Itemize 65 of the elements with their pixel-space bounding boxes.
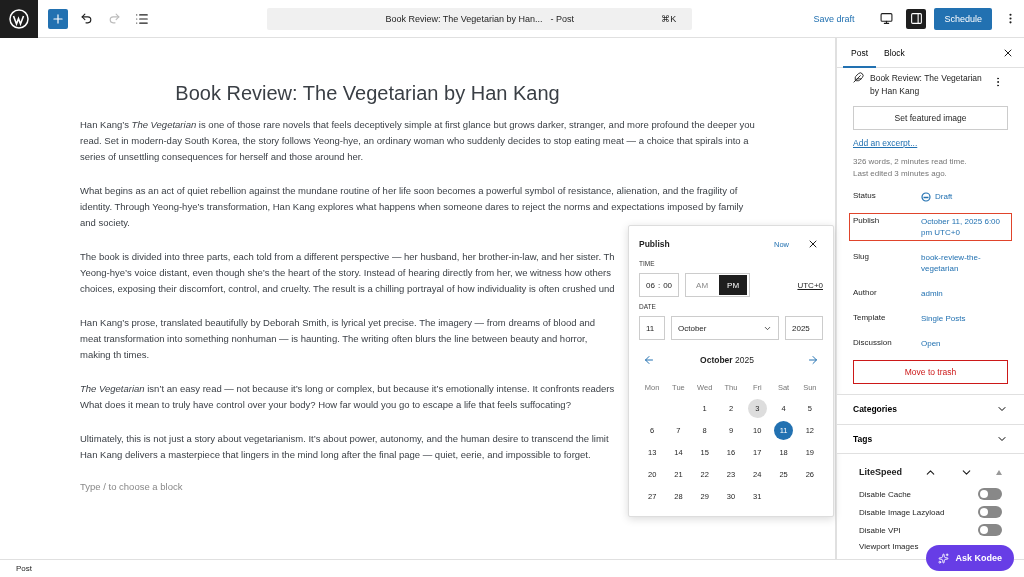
option-label: Disable Image Lazyload [859,507,945,517]
option-label: Disable Cache [859,489,912,499]
ampm-option[interactable]: AM [688,275,717,295]
paragraph: Ultimately, this is not just a story about vegetarianism. It’s about power, autonomy, and the human desire to transcend the limit Han Kang delivers a masterpiece that lingers in the mind long after the final page — quiet, eerie, and impossible to forget. [80,432,610,462]
toggle-switch[interactable] [978,506,1002,518]
close-icon [807,238,819,250]
paragraph: The Vegetarian isn’t an easy read — not because it’s long or complex, but because it’s emotionally intense. It confronts readers What does it mean to truly have control over your body? How far would you go to escape a life that feels suffocating? [80,382,615,412]
paragraph: Han Kang’s The Vegetarian is one of those rare novels that feels deceptively simple at first glance but grows darker, stranger, and more profound the deeper you read. Set in modern-day South Korea, the story follows Yeong-hye, an ordinary woman who suddenly decides to stop eating meat — a choice that spirals into a series of unsettling consequences for herself and those around her. [80,118,755,164]
paragraph: The book is divided into three parts, each told from a different perspective — her husband, her brother-in-law, and her sister. Th Yeong-hye’s voice distant, even though she’s the heart of the story. Instead of hearing directly from her, we witness how others choices, exposing their discomfort, control, and cruelty. The result is a chilling portrayal of how individuality is often crushed und [80,250,615,296]
timezone-link[interactable]: UTC+0 [797,280,823,290]
calendar-month: October 2025 [700,355,754,365]
excerpt-link[interactable]: Add an excerpt... [853,138,918,148]
status-bar-label: Post [16,564,32,573]
last-edited: Last edited 3 minutes ago. [853,168,948,180]
undo-icon [79,12,93,25]
ampm-option[interactable]: PM [719,275,748,295]
plus-icon [51,11,65,26]
redo-icon [107,12,121,25]
post-title-summary: Book Review: The Vegetarian by Han Kang [870,72,982,98]
toggle-switch[interactable] [978,488,1002,500]
featured-image-button[interactable]: Set featured image [853,106,1008,130]
field-label: Template [853,313,887,322]
feather-icon [853,72,864,83]
command-palette-button[interactable]: Book Review: The Vegetarian by Han... - Post ⌘K [267,7,693,30]
popover-title: Publish [639,239,670,249]
trash-button[interactable]: Move to trash [853,360,1008,384]
toggle-switch[interactable] [978,524,1002,536]
field-label: Author [853,288,878,297]
month-select[interactable]: October [671,316,779,340]
paragraph: Han Kang’s prose, translated beautifully by Deborah Smith, is lyrical yet precise. The imagery — from dreams of blood and meat transformation into something nonhuman — is haunting. The writing often blurs the line between beauty and horror, making th times. [80,316,596,362]
field-value-link[interactable]: Open [921,338,1008,349]
field-label: Status [853,191,877,200]
settings-button[interactable] [906,8,927,29]
arrow-right-icon [807,354,819,366]
panel-title: LiteSpeed [859,467,902,477]
year-field[interactable]: 2025 [785,316,823,340]
sidebar-tab[interactable]: Block [876,37,913,68]
sparkle-icon [938,552,950,564]
post-title[interactable]: Book Review: The Vegetarian by Han Kang [80,82,755,105]
field-label: Slug [853,252,870,261]
field-value-link[interactable]: Single Posts [921,313,1008,324]
option-label: Disable VPI [859,525,901,535]
list-icon [135,11,149,26]
field-value-link[interactable]: October 11, 2025 6:00 pm UTC+0 [921,216,1008,238]
word-count: 326 words, 2 minutes read time. [853,156,968,168]
sidebar-icon [909,12,923,25]
add-block-button[interactable] [48,8,68,29]
arrow-left-icon [643,354,655,366]
field-label: Discussion [853,338,893,347]
field-value-link[interactable]: Draft [921,191,1008,202]
option-label: Viewport Images [859,542,920,551]
sidebar-tab[interactable]: Post [843,37,876,68]
assistant-button[interactable]: Ask Kodee [926,545,1014,571]
field-value-link[interactable]: book-review-the-vegetarian [921,252,1008,274]
collapse-triangle-icon[interactable] [996,469,1002,475]
field-value-link[interactable]: admin [921,288,1008,299]
wordpress-logo[interactable] [0,0,38,38]
day-field[interactable]: 11 [639,316,665,340]
draft-status-icon [921,191,931,202]
field-label: Publish [853,216,881,225]
paragraph: What begins as an act of quiet rebellion against the mundane routine of her life soon becomes a powerful symbol of resistance, alienation, and the fragility of identity. Through Yeong-hye’s transformation, Han Kang explores what happens when someone dares to reject the norms and expectations imposed by family and society. [80,184,745,230]
save-draft-button[interactable]: Save draft [807,12,861,25]
monitor-icon [879,12,893,25]
time-field[interactable]: 06 : 00 [639,273,680,297]
schedule-button[interactable]: Schedule [934,7,992,30]
